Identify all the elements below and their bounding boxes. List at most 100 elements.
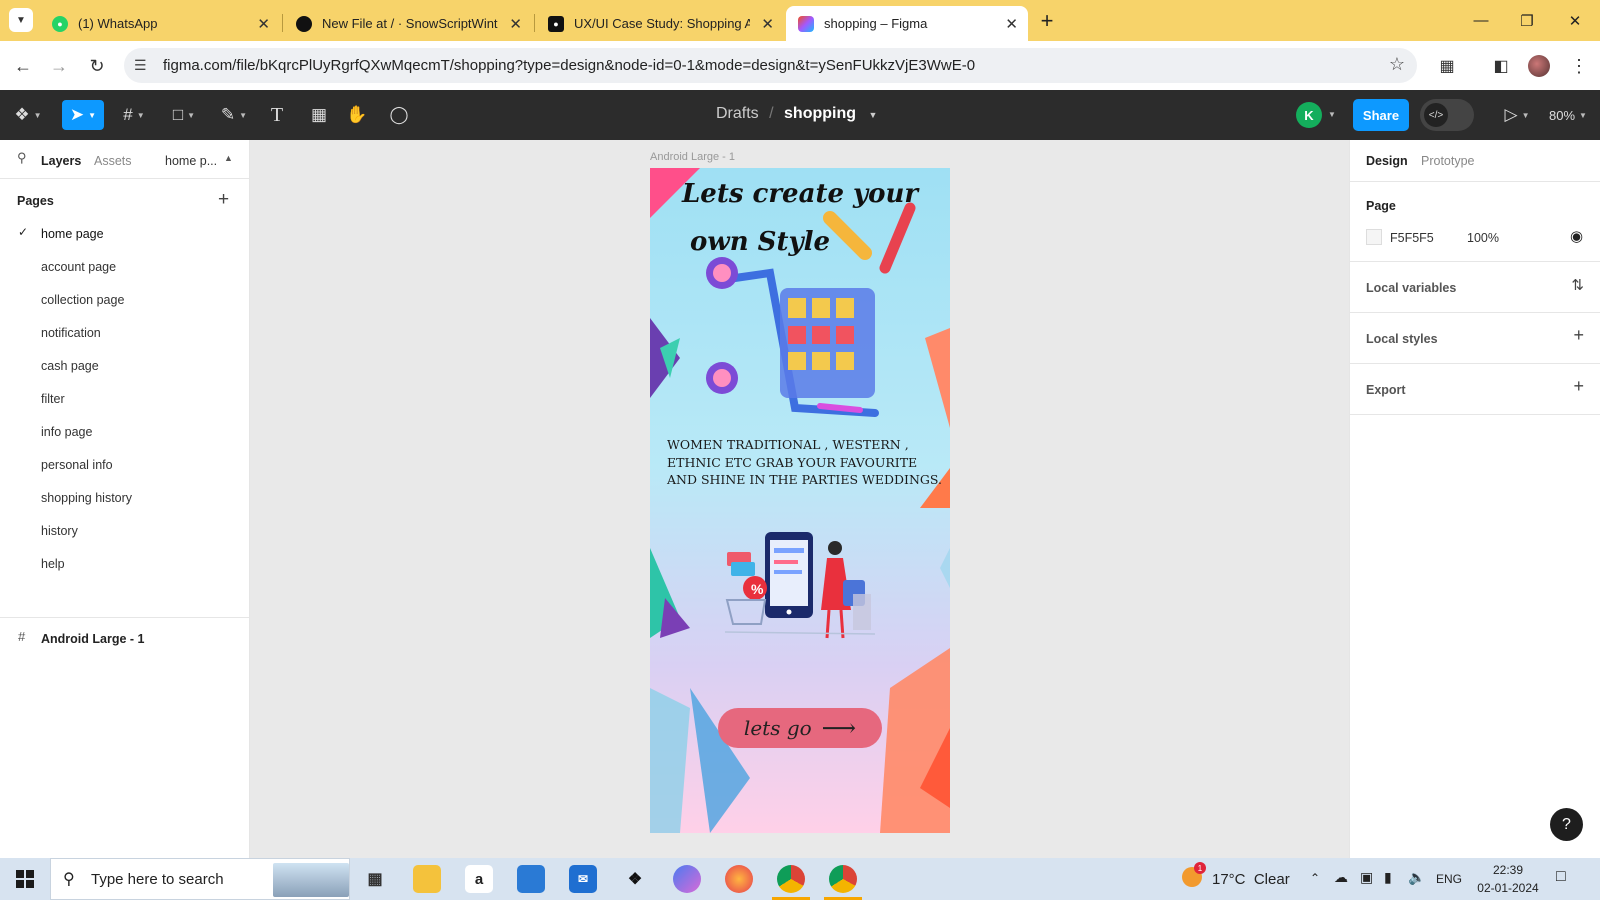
zoom-menu[interactable]: 80% ▼	[1544, 100, 1592, 130]
site-settings-icon[interactable]: ☰	[134, 57, 147, 74]
clock-date: 02-01-2024	[1477, 881, 1539, 895]
page-color-swatch[interactable]	[1366, 229, 1382, 245]
network-icon[interactable]: ☁	[1334, 869, 1348, 886]
tab-layers[interactable]: Layers	[41, 154, 81, 168]
chrome-icon[interactable]	[777, 865, 805, 893]
dev-mode-toggle[interactable]: </>	[1420, 99, 1474, 131]
browser-tab-figma[interactable]: shopping – Figma ✕	[786, 6, 1028, 41]
page-item[interactable]: personal info	[41, 458, 113, 472]
page-item[interactable]: filter	[41, 392, 65, 406]
close-icon[interactable]: ✕	[509, 15, 522, 33]
side-panel-icon[interactable]: ◧	[1488, 53, 1514, 79]
frame-tool-button[interactable]: # ▼	[116, 100, 152, 130]
copilot-icon[interactable]	[673, 865, 701, 893]
main-menu-button[interactable]: ❖ ▼	[10, 100, 46, 130]
notifications-icon[interactable]: □	[1556, 868, 1566, 886]
clock[interactable]: 22:39 02-01-2024	[1472, 861, 1544, 897]
forward-arrow-icon[interactable]: →	[46, 53, 72, 79]
divider	[1350, 181, 1600, 182]
windows-start-icon[interactable]	[16, 870, 34, 888]
browser-tab-github[interactable]: New File at / · SnowScriptWinte ✕	[284, 6, 532, 41]
taskbar-search[interactable]: ⚲ Type here to search	[50, 858, 350, 900]
close-icon[interactable]: ✕	[257, 15, 270, 33]
pen-tool-button[interactable]: ✎ ▼	[216, 100, 252, 130]
chevron-up-icon[interactable]: ⌃	[1310, 871, 1320, 885]
page-item[interactable]: cash page	[41, 359, 99, 373]
layer-item[interactable]: Android Large - 1	[41, 632, 144, 646]
file-explorer-icon[interactable]	[413, 865, 441, 893]
text-tool-button[interactable]: T	[264, 100, 290, 130]
url-bar[interactable]: ☰ figma.com/file/bKqrcPlUyRgrfQXwMqecmT/…	[124, 48, 1417, 83]
close-icon[interactable]: ✕	[761, 15, 774, 33]
chevron-down-icon[interactable]: ▼	[868, 110, 877, 120]
browser-tab-whatsapp[interactable]: ● (1) WhatsApp ✕	[40, 6, 280, 41]
eye-icon[interactable]: ◉	[1570, 227, 1583, 245]
help-button[interactable]: ?	[1550, 808, 1583, 841]
page-item[interactable]: home page	[41, 227, 104, 241]
chevron-down-icon[interactable]: ▼	[1328, 110, 1336, 119]
present-button[interactable]: ▷ ▼	[1500, 100, 1534, 130]
menu-kebab-icon[interactable]: ⋮	[1566, 53, 1592, 79]
page-item[interactable]: help	[41, 557, 65, 571]
tab-prototype[interactable]: Prototype	[1421, 154, 1475, 168]
page-opacity[interactable]: 100%	[1467, 231, 1499, 245]
tab-search-button[interactable]: ▼	[9, 8, 33, 32]
mail-icon[interactable]: ✉	[569, 865, 597, 893]
tab-design[interactable]: Design	[1366, 154, 1408, 168]
page-item[interactable]: info page	[41, 425, 92, 439]
breadcrumb-drafts[interactable]: Drafts	[716, 105, 759, 122]
page-color-hex[interactable]: F5F5F5	[1390, 231, 1434, 245]
battery-icon[interactable]: ▮	[1384, 869, 1392, 886]
firefox-icon[interactable]	[725, 865, 753, 893]
task-view-icon[interactable]: ▦	[361, 865, 389, 893]
minimize-button[interactable]: —	[1458, 0, 1504, 41]
chrome-profile-icon[interactable]	[829, 865, 857, 893]
tab-assets[interactable]: Assets	[94, 154, 132, 168]
resources-button[interactable]: ▦	[306, 100, 332, 130]
frame-label[interactable]: Android Large - 1	[650, 151, 735, 163]
close-icon[interactable]: ✕	[1005, 15, 1018, 33]
browser-tab-medium[interactable]: ● UX/UI Case Study: Shopping Ap ✕	[536, 6, 784, 41]
page-item[interactable]: history	[41, 524, 78, 538]
android-frame[interactable]: Lets create your own Style WOMEN TRADITI…	[650, 168, 950, 833]
new-tab-button[interactable]: +	[1034, 8, 1060, 34]
lets-go-button[interactable]: lets go ⟶	[718, 708, 882, 748]
extensions-icon[interactable]: ▦	[1434, 53, 1460, 79]
dropbox-icon[interactable]: ❖	[621, 865, 649, 893]
hand-tool-button[interactable]: ✋	[344, 100, 370, 130]
search-icon[interactable]: ⚲	[17, 150, 27, 166]
profile-avatar[interactable]	[1528, 55, 1550, 77]
move-tool-button[interactable]: ➤ ▼	[62, 100, 104, 130]
check-icon: ✓	[18, 225, 29, 239]
reload-icon[interactable]: ↻	[84, 53, 110, 79]
microsoft-store-icon[interactable]	[517, 865, 545, 893]
add-style-icon[interactable]: +	[1573, 325, 1584, 346]
shape-tool-button[interactable]: □ ▼	[166, 100, 202, 130]
bookmark-star-icon[interactable]: ☆	[1389, 54, 1405, 75]
breadcrumb-separator: /	[769, 105, 774, 122]
volume-icon[interactable]: 🔈	[1408, 869, 1425, 886]
page-item[interactable]: shopping history	[41, 491, 132, 505]
back-arrow-icon[interactable]: ←	[10, 53, 36, 79]
comment-tool-button[interactable]: ◯	[386, 100, 412, 130]
collaborator-avatar[interactable]: K	[1296, 102, 1322, 128]
design-canvas[interactable]: Android Large - 1 Lets create your own S…	[250, 140, 1349, 858]
amazon-icon[interactable]: a	[465, 865, 493, 893]
share-button[interactable]: Share	[1353, 99, 1409, 131]
page-item[interactable]: collection page	[41, 293, 124, 307]
add-page-icon[interactable]: +	[218, 189, 229, 211]
file-name[interactable]: shopping	[784, 105, 856, 122]
weather-text[interactable]: 17°C Clear	[1212, 871, 1290, 888]
close-window-button[interactable]: ✕	[1552, 0, 1598, 41]
restore-button[interactable]: ❐	[1504, 0, 1550, 41]
page-item[interactable]: account page	[41, 260, 116, 274]
description-text: WOMEN TRADITIONAL , WESTERN , ETHNIC ETC…	[667, 437, 942, 487]
language-indicator[interactable]: ENG	[1436, 872, 1462, 886]
variables-settings-icon[interactable]: ⇅	[1571, 276, 1584, 294]
chevron-up-icon[interactable]: ▲	[224, 153, 233, 163]
device-icon[interactable]: ▣	[1360, 869, 1373, 886]
discount-badge: %	[751, 581, 764, 597]
page-switcher[interactable]: home p...	[165, 154, 217, 168]
page-item[interactable]: notification	[41, 326, 101, 340]
add-export-icon[interactable]: +	[1573, 376, 1584, 397]
